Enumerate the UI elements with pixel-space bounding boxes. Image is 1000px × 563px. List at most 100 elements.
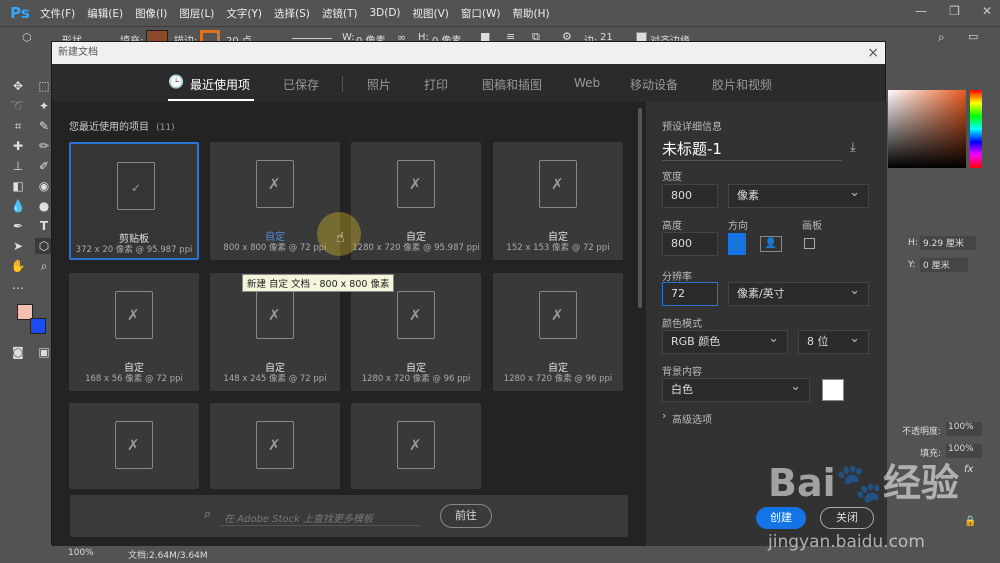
recent-item-partial[interactable]: ✗ <box>210 403 340 489</box>
restore-icon[interactable]: ❐ <box>949 4 960 18</box>
tab-photo[interactable]: 照片 <box>367 76 391 93</box>
go-button[interactable]: 前往 <box>440 504 492 528</box>
tab-film-video[interactable]: 胶片和视频 <box>712 76 772 93</box>
close-button[interactable]: 关闭 <box>820 507 874 529</box>
stock-search-bar: ⌕ 在 Adobe Stock 上查找更多模板 前往 <box>70 495 628 537</box>
artboard-label: 画板 <box>802 221 822 232</box>
save-preset-icon[interactable]: ⤓ <box>850 140 856 155</box>
custom-document-icon: ✗ <box>115 291 153 339</box>
background-color-swatch[interactable] <box>822 379 844 401</box>
height-field[interactable]: 800 <box>662 232 718 256</box>
custom-document-icon: ✗ <box>397 160 435 208</box>
width-unit-select[interactable]: 像素 <box>728 182 869 208</box>
width-field[interactable]: 800 <box>662 184 718 208</box>
recent-item-custom[interactable]: ✗ 自定 1280 x 720 像素 @ 95.987 ppi <box>351 142 481 260</box>
color-picker-field[interactable] <box>888 90 966 168</box>
advanced-options-toggle[interactable]: 高级选项 <box>672 411 712 426</box>
tab-recent[interactable]: 最近使用项 <box>190 76 250 93</box>
tab-mobile[interactable]: 移动设备 <box>630 76 678 93</box>
chevron-right-icon[interactable]: › <box>662 409 666 422</box>
healing-brush-icon[interactable]: ✚ <box>9 138 27 154</box>
recent-item-custom[interactable]: ✗ 自定 152 x 153 像素 @ 72 ppi <box>493 142 623 260</box>
landscape-icon[interactable]: 👤 <box>760 236 782 252</box>
tab-art-illustration[interactable]: 图稿和插图 <box>482 76 542 93</box>
shape-mode-icon[interactable]: ⬡ <box>22 31 32 44</box>
tab-print[interactable]: 打印 <box>424 76 448 93</box>
recent-count: (11) <box>156 123 175 133</box>
scrollbar[interactable] <box>638 108 642 308</box>
crop-tool-icon[interactable]: ⌗ <box>9 118 27 134</box>
menu-file[interactable]: 文件(F) <box>40 6 75 21</box>
move-tool-icon[interactable]: ✥ <box>9 78 27 94</box>
menu-select[interactable]: 选择(S) <box>274 6 310 21</box>
path-select-icon[interactable]: ➤ <box>9 238 27 254</box>
card-info: 168 x 56 像素 @ 72 ppi <box>85 374 183 384</box>
close-icon[interactable]: ✕ <box>982 4 992 18</box>
stroke-style-select[interactable] <box>292 38 332 39</box>
props-h-field[interactable]: 9.29 厘米 <box>920 236 976 250</box>
menu-image[interactable]: 图像(I) <box>135 6 167 21</box>
hue-slider[interactable] <box>970 90 982 168</box>
lock-icon[interactable]: 🔒 <box>964 516 976 527</box>
baidu-watermark-logo: Bai🐾经验 <box>768 461 959 505</box>
recent-item-custom[interactable]: ✗ 自定 168 x 56 像素 @ 72 ppi <box>69 273 199 391</box>
stamp-tool-icon[interactable]: ⊥ <box>9 158 27 174</box>
portrait-icon[interactable]: 👤 <box>728 233 746 255</box>
document-name-field[interactable]: 未标题-1 <box>662 138 722 159</box>
background-color-swatch[interactable] <box>30 318 46 334</box>
dialog-title: 新建文档 <box>58 47 98 58</box>
artboard-checkbox[interactable] <box>804 238 815 249</box>
menu-type[interactable]: 文字(Y) <box>226 6 262 21</box>
blur-tool-icon[interactable]: 💧 <box>9 198 27 214</box>
fx-icon[interactable]: fx <box>964 464 973 475</box>
tab-web[interactable]: Web <box>574 76 600 90</box>
dialog-close-icon[interactable]: × <box>867 42 879 64</box>
tools-panel: ✥ ⬚ ➰ ✦ ⌗ ✎ ✚ ✏ ⊥ ✐ ◧ ◉ 💧 ● ✒ T ➤ ⬡ ✋ ⌕ … <box>0 68 53 368</box>
width-label: 宽度 <box>662 172 682 183</box>
props-y-field[interactable]: 0 厘米 <box>920 258 968 272</box>
zoom-level[interactable]: 100% <box>68 548 94 558</box>
opacity-field[interactable]: 100% <box>946 422 982 436</box>
lasso-tool-icon[interactable]: ➰ <box>9 98 27 114</box>
resolution-unit-select[interactable]: 像素/英寸 <box>728 280 869 306</box>
menu-3d[interactable]: 3D(D) <box>369 7 400 19</box>
tab-divider <box>342 76 343 92</box>
status-bar: 100% 文档:2.64M/3.64M <box>52 545 886 563</box>
color-mode-label: 颜色模式 <box>662 319 702 330</box>
preset-details-title: 预设详细信息 <box>662 122 722 133</box>
watermark-url: jingyan.baidu.com <box>768 532 925 552</box>
resolution-field[interactable]: 72 <box>662 282 718 306</box>
search-icon[interactable]: ⌕ <box>938 30 945 45</box>
stock-search-input[interactable]: 在 Adobe Stock 上查找更多模板 <box>224 510 373 525</box>
workspace-icon[interactable]: ▭ <box>968 30 978 43</box>
pen-tool-icon[interactable]: ✒ <box>9 218 27 234</box>
color-mode-select[interactable]: RGB 颜色 <box>662 328 788 354</box>
recent-item-custom[interactable]: ✗ 自定 1280 x 720 像素 @ 96 ppi <box>493 273 623 391</box>
recent-item-clipboard[interactable]: ✓ 剪贴板 372 x 20 像素 @ 95.987 ppi <box>69 142 199 260</box>
card-info: 1280 x 720 像素 @ 95.987 ppi <box>352 243 480 253</box>
recent-item-partial[interactable]: ✗ <box>69 403 199 489</box>
menu-window[interactable]: 窗口(W) <box>461 6 501 21</box>
custom-document-icon: ✗ <box>256 291 294 339</box>
height-label: 高度 <box>662 221 682 232</box>
menu-layer[interactable]: 图层(L) <box>179 6 214 21</box>
quick-mask-icon[interactable]: ◙ <box>9 344 27 360</box>
minimize-icon[interactable]: — <box>915 4 927 18</box>
menu-filter[interactable]: 滤镜(T) <box>322 6 358 21</box>
bit-depth-select[interactable]: 8 位 <box>798 328 869 354</box>
hand-tool-icon[interactable]: ✋ <box>9 258 27 274</box>
name-underline <box>662 160 842 161</box>
window-controls: — ❐ ✕ <box>915 4 992 18</box>
custom-document-icon: ✗ <box>397 421 435 469</box>
more-tools-icon[interactable]: ⋯ <box>9 280 27 296</box>
menu-help[interactable]: 帮助(H) <box>513 6 550 21</box>
recent-item-partial[interactable]: ✗ <box>351 403 481 489</box>
menu-view[interactable]: 视图(V) <box>413 6 449 21</box>
background-select[interactable]: 白色 <box>662 376 810 402</box>
create-button[interactable]: 创建 <box>756 507 806 529</box>
menu-edit[interactable]: 编辑(E) <box>87 6 123 21</box>
tab-saved[interactable]: 已保存 <box>283 76 319 93</box>
eraser-tool-icon[interactable]: ◧ <box>9 178 27 194</box>
search-icon: ⌕ <box>204 507 212 522</box>
orientation-label: 方向 <box>728 221 748 232</box>
